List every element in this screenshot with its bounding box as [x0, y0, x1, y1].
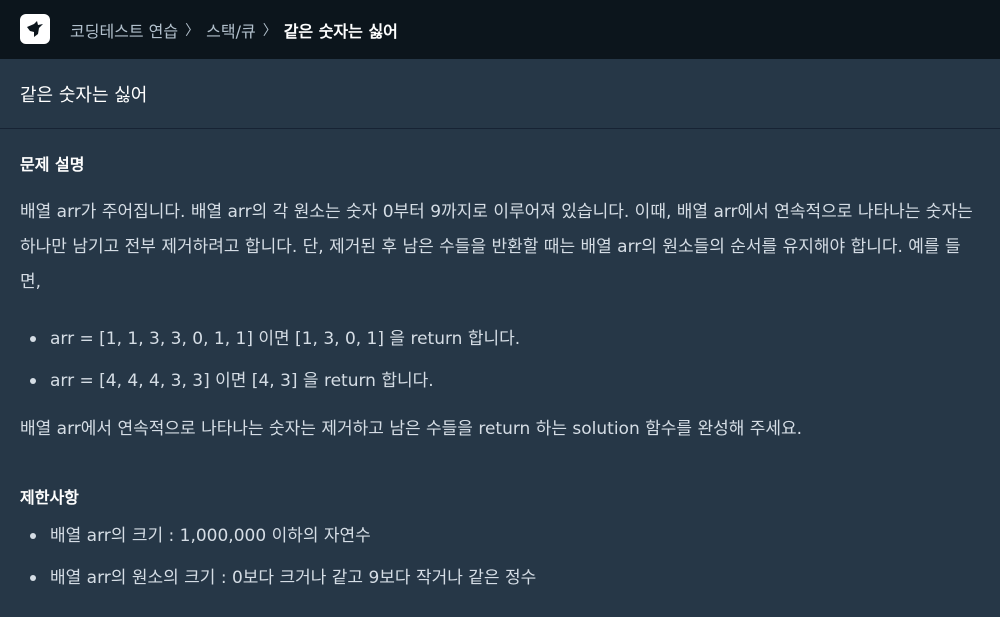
example-text: arr = [1, 1, 3, 3, 0, 1, 1] 이면 [1, 3, 0,…: [50, 329, 521, 349]
top-navigation-bar: 코딩테스트 연습 〉 스택/큐 〉 같은 숫자는 싫어: [0, 0, 1000, 59]
constraints-list: 배열 arr의 크기 : 1,000,000 이하의 자연수 배열 arr의 원…: [0, 515, 536, 599]
examples-list: arr = [1, 1, 3, 3, 0, 1, 1] 이면 [1, 3, 0,…: [0, 318, 520, 402]
programmers-logo-icon[interactable]: [20, 14, 50, 44]
breadcrumb-item-stack-queue[interactable]: 스택/큐: [206, 18, 256, 42]
bullet-icon: [30, 533, 36, 539]
constraint-text: 배열 arr의 원소의 크기 : 0보다 크거나 같고 9보다 작거나 같은 정…: [50, 568, 537, 588]
breadcrumb-item-current: 같은 숫자는 싫어: [283, 21, 398, 41]
bullet-icon: [30, 378, 36, 384]
breadcrumb-item-coding-test[interactable]: 코딩테스트 연습: [70, 18, 178, 42]
problem-title: 같은 숫자는 싫어: [20, 84, 148, 106]
list-item: 배열 arr의 원소의 크기 : 0보다 크거나 같고 9보다 작거나 같은 정…: [0, 557, 536, 599]
bullet-icon: [30, 575, 36, 581]
description-paragraph: 배열 arr가 주어집니다. 배열 arr의 각 원소는 숫자 0부터 9까지로…: [20, 202, 973, 292]
list-item: 배열 arr의 크기 : 1,000,000 이하의 자연수: [0, 515, 536, 557]
constraint-text: 배열 arr의 크기 : 1,000,000 이하의 자연수: [50, 526, 371, 546]
constraints-heading: 제한사항: [20, 488, 79, 507]
description-heading: 문제 설명: [20, 155, 85, 174]
bullet-icon: [30, 336, 36, 342]
list-item: arr = [1, 1, 3, 3, 0, 1, 1] 이면 [1, 3, 0,…: [0, 318, 520, 360]
chevron-right-icon: 〉: [262, 22, 277, 39]
breadcrumb: 코딩테스트 연습 〉 스택/큐 〉 같은 숫자는 싫어: [70, 0, 398, 59]
example-text: arr = [4, 4, 4, 3, 3] 이면 [4, 3] 을 return…: [50, 371, 434, 391]
problem-title-bar: 같은 숫자는 싫어: [0, 59, 1000, 129]
task-paragraph: 배열 arr에서 연속적으로 나타나는 숫자는 제거하고 남은 수들을 retu…: [20, 419, 803, 439]
chevron-right-icon: 〉: [185, 22, 200, 39]
list-item: arr = [4, 4, 4, 3, 3] 이면 [4, 3] 을 return…: [0, 360, 520, 402]
